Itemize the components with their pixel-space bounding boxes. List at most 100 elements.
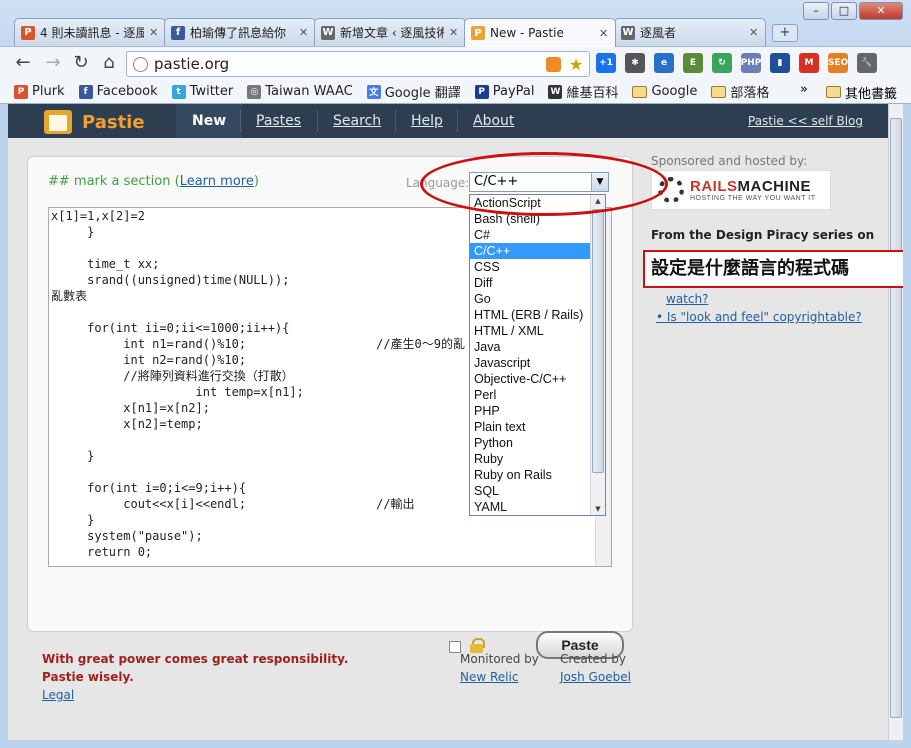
bookmark-item[interactable]: Google xyxy=(632,84,697,99)
php-icon[interactable]: PHP xyxy=(741,53,761,73)
page-scrollbar[interactable] xyxy=(888,104,903,740)
new-relic-link[interactable]: New Relic xyxy=(460,670,518,684)
close-icon[interactable]: ✕ xyxy=(149,26,159,39)
facebook-icon: f xyxy=(171,25,185,40)
blog-link[interactable]: Pastie << self Blog xyxy=(748,104,863,138)
reload-icon[interactable]: ↻ xyxy=(70,53,92,75)
close-icon[interactable]: ✕ xyxy=(599,27,609,40)
nav-pastes[interactable]: Pastes xyxy=(256,104,301,138)
chevron-down-icon[interactable]: ▼ xyxy=(591,173,608,191)
forward-arrow-icon[interactable]: → xyxy=(42,53,64,75)
language-option[interactable]: CSS xyxy=(470,259,605,275)
nav-new[interactable]: New xyxy=(176,104,243,138)
author-link[interactable]: Josh Goebel xyxy=(560,670,631,684)
wordpress-icon: W xyxy=(621,25,635,40)
close-icon[interactable]: ✕ xyxy=(749,26,759,39)
scroll-down-icon[interactable]: ▼ xyxy=(591,503,605,515)
bookmark-item[interactable]: ◎ Taiwan WAAC xyxy=(247,84,353,99)
language-option[interactable]: YAML xyxy=(470,499,605,515)
language-option[interactable]: Go xyxy=(470,291,605,307)
rails-machine-logo[interactable]: RAILSMACHINE HOSTING THE WAY YOU WANT IT xyxy=(651,170,831,210)
bookmark-item[interactable]: 部落格 xyxy=(711,82,769,101)
pastie-logo[interactable]: Pastie xyxy=(44,110,145,134)
language-option[interactable]: ActionScript xyxy=(470,195,605,211)
browser-tab[interactable]: P 4 則未讀訊息 - 逐風 ✕ xyxy=(14,18,166,46)
bookmark-label: PayPal xyxy=(492,84,535,99)
bookmark-item[interactable]: t Twitter xyxy=(171,84,233,99)
dropdown-scroll-thumb[interactable] xyxy=(592,209,604,473)
learn-more-link[interactable]: Learn more xyxy=(180,174,254,189)
ie-tab-icon[interactable]: e xyxy=(654,53,674,73)
page-scroll-thumb[interactable] xyxy=(890,118,902,718)
language-option[interactable]: Ruby xyxy=(470,451,605,467)
nav-search[interactable]: Search xyxy=(333,104,381,138)
browser-tab[interactable]: P New - Pastie ✕ xyxy=(464,18,616,47)
browser-chrome: – □ ✕ P 4 則未讀訊息 - 逐風 ✕ f 柏瑜傳了訊息給你 ✕ W 新增文章 ‹ 逐風… xyxy=(0,0,911,104)
language-option[interactable]: Java xyxy=(470,339,605,355)
extension-icons: +1 ✱ e E ↻ PHP ▮ M SEO 🔧 xyxy=(596,53,877,73)
close-icon[interactable]: ✕ xyxy=(299,26,309,39)
refresh-ext-icon[interactable]: ↻ xyxy=(712,53,732,73)
monitored-label: Monitored by xyxy=(460,652,539,666)
language-option[interactable]: Plain text xyxy=(470,419,605,435)
bookmark-item[interactable]: W 維基百科 xyxy=(548,82,618,101)
scroll-up-icon[interactable]: ▲ xyxy=(591,195,605,207)
language-option[interactable]: PHP xyxy=(470,403,605,419)
language-option[interactable]: C# xyxy=(470,227,605,243)
sidebar-link[interactable]: watch? xyxy=(666,292,862,306)
paypal-icon: P xyxy=(474,84,489,99)
legal-link[interactable]: Legal xyxy=(42,688,74,702)
language-option[interactable]: Javascript xyxy=(470,355,605,371)
home-icon[interactable]: ⌂ xyxy=(98,53,120,75)
star-icon[interactable]: ★ xyxy=(567,55,585,74)
evernote-icon[interactable]: E xyxy=(683,53,703,73)
language-dropdown-list: ActionScript Bash (shell) C# C/C++ CSS Diff Go… xyxy=(469,194,606,516)
language-option[interactable]: SQL xyxy=(470,483,605,499)
new-tab-button[interactable]: + xyxy=(772,24,798,42)
language-option[interactable]: C/C++ xyxy=(470,243,605,259)
plus-one-icon[interactable]: +1 xyxy=(596,53,616,73)
language-option[interactable]: Objective-C/C++ xyxy=(470,371,605,387)
rss-icon[interactable] xyxy=(546,56,561,72)
bookmark-item[interactable]: P Plurk xyxy=(14,84,65,99)
language-option[interactable]: Python xyxy=(470,435,605,451)
maximize-button[interactable]: □ xyxy=(831,2,857,20)
browser-tab[interactable]: f 柏瑜傳了訊息給你 ✕ xyxy=(164,18,316,46)
wrench-icon[interactable]: 🔧 xyxy=(857,53,877,73)
close-window-button[interactable]: ✕ xyxy=(859,2,903,20)
language-option[interactable]: Bash (shell) xyxy=(470,211,605,227)
bug-icon[interactable]: ✱ xyxy=(625,53,645,73)
seo-icon[interactable]: SEO xyxy=(828,53,848,73)
address-bar[interactable]: pastie.org ★ xyxy=(126,51,590,77)
globe-icon: ◎ xyxy=(247,84,262,99)
piracy-heading: From the Design Piracy series on xyxy=(651,228,875,242)
chart-icon[interactable]: ▮ xyxy=(770,53,790,73)
footer-monitored: Monitored by New Relic xyxy=(460,650,539,686)
page-content: Pastie New Pastes Search Help About Past… xyxy=(8,104,903,740)
bookmarks-overflow-chevron[interactable]: » xyxy=(800,80,808,104)
footer-motto: With great power comes great responsibil… xyxy=(42,650,348,704)
bookmark-item[interactable]: 文 Google 翻譯 xyxy=(366,82,461,101)
nav-divider xyxy=(395,110,396,132)
gmail-icon[interactable]: M xyxy=(799,53,819,73)
language-option[interactable]: Perl xyxy=(470,387,605,403)
dropdown-scrollbar[interactable]: ▲ ▼ xyxy=(590,195,605,515)
browser-tab[interactable]: W 新增文章 ‹ 逐風技術 ✕ xyxy=(314,18,466,46)
language-select[interactable]: C/C++ ▼ xyxy=(469,172,609,192)
language-option[interactable]: HTML / XML xyxy=(470,323,605,339)
nav-divider xyxy=(317,110,318,132)
url-text: pastie.org xyxy=(154,55,230,73)
nav-about[interactable]: About xyxy=(473,104,514,138)
language-option[interactable]: Diff xyxy=(470,275,605,291)
nav-help[interactable]: Help xyxy=(411,104,443,138)
browser-tab[interactable]: W 逐風者 ✕ xyxy=(614,18,766,46)
minimize-button[interactable]: – xyxy=(803,2,829,20)
language-option[interactable]: Ruby on Rails xyxy=(470,467,605,483)
bookmark-item[interactable]: f Facebook xyxy=(78,84,158,99)
other-bookmarks[interactable]: 其他書籤 xyxy=(826,80,897,104)
sidebar-link[interactable]: • Is "look and feel" copyrightable? xyxy=(656,310,862,324)
back-arrow-icon[interactable]: ← xyxy=(12,53,34,75)
bookmark-item[interactable]: P PayPal xyxy=(474,84,535,99)
close-icon[interactable]: ✕ xyxy=(449,26,459,39)
language-option[interactable]: HTML (ERB / Rails) xyxy=(470,307,605,323)
